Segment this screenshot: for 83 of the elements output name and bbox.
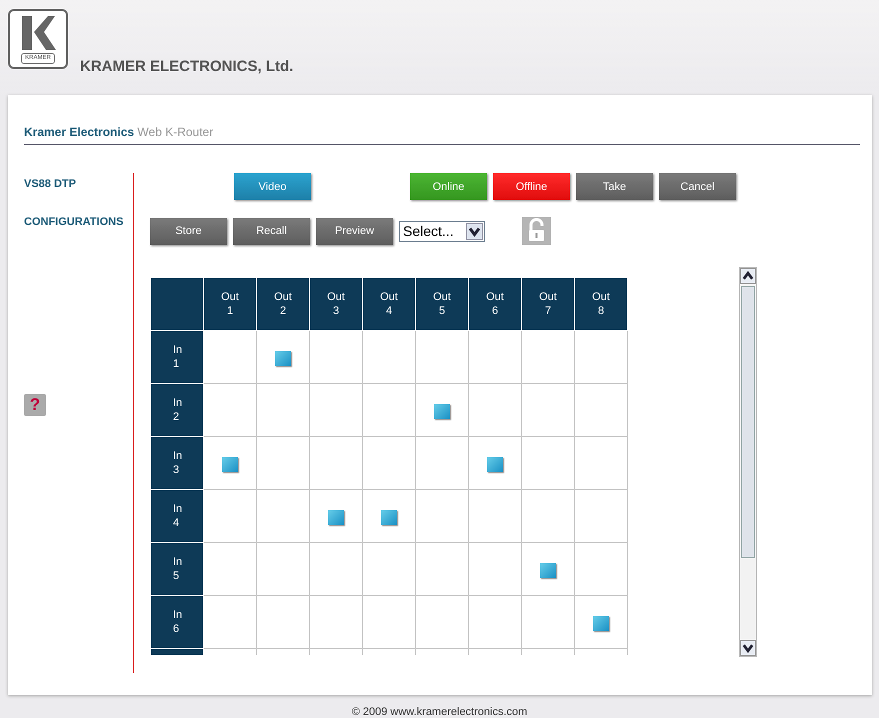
sidebar-item[interactable]: VS88 DTP [24, 178, 133, 190]
input-header: In 3 [150, 436, 204, 490]
crosspoint-cell[interactable] [310, 436, 362, 490]
output-header: Out 2 [256, 278, 310, 330]
output-header: Out 5 [416, 278, 468, 330]
crosspoint-cell[interactable] [204, 330, 256, 384]
matrix-corner [150, 278, 204, 330]
crosspoint-cell[interactable] [204, 490, 256, 542]
scrollbar[interactable] [739, 267, 757, 657]
crosspoint-cell[interactable] [256, 330, 310, 384]
brand-title: Kramer Electronics [24, 125, 134, 139]
preset-button[interactable]: Recall [233, 218, 310, 244]
scroll-up-button[interactable] [740, 268, 756, 284]
crosspoint-cell[interactable] [256, 490, 310, 542]
crosspoint-cell[interactable] [468, 330, 522, 384]
input-header: In 2 [150, 384, 204, 436]
crosspoint-cell[interactable] [574, 436, 628, 490]
online-button[interactable]: Online [410, 173, 487, 200]
crosspoint-cell[interactable] [256, 542, 310, 596]
input-header: In 6 [150, 596, 204, 648]
action-button[interactable]: Cancel [659, 173, 736, 200]
crosspoint-cell[interactable] [416, 490, 468, 542]
crosspoint-cell[interactable] [522, 490, 574, 542]
output-header: Out 1 [204, 278, 256, 330]
crosspoint-cell[interactable] [362, 436, 416, 490]
crosspoint-cell[interactable] [256, 384, 310, 436]
offline-button[interactable]: Offline [493, 173, 570, 200]
page-title: Web K-Router [137, 125, 214, 139]
scroll-down-button[interactable] [740, 640, 756, 656]
input-header: In 4 [150, 490, 204, 542]
crosspoint-cell[interactable] [416, 542, 468, 596]
crosspoint-cell[interactable] [574, 596, 628, 648]
crosspoint-cell[interactable] [204, 384, 256, 436]
output-header: Out 8 [574, 278, 628, 330]
preset-button[interactable]: Store [150, 218, 227, 244]
crosspoint-cell[interactable] [574, 384, 628, 436]
input-header: In 5 [150, 542, 204, 596]
crosspoint-cell[interactable] [310, 490, 362, 542]
action-button[interactable]: Take [576, 173, 653, 200]
crosspoint-cell[interactable] [362, 542, 416, 596]
crosspoint-cell[interactable] [416, 596, 468, 648]
crosspoint-cell[interactable] [310, 596, 362, 648]
crosspoint-cell[interactable] [574, 490, 628, 542]
company-title: KRAMER ELECTRONICS, Ltd. [80, 58, 294, 75]
unlocked-padlock-icon[interactable] [522, 217, 551, 245]
crosspoint-cell[interactable] [468, 436, 522, 490]
crosspoint-cell[interactable] [416, 330, 468, 384]
crosspoint-cell[interactable] [256, 436, 310, 490]
crosspoint-cell[interactable] [310, 384, 362, 436]
output-header: Out 3 [310, 278, 362, 330]
crosspoint-cell[interactable] [310, 330, 362, 384]
crosspoint-cell[interactable] [468, 384, 522, 436]
crosspoint-cell[interactable] [522, 542, 574, 596]
crosspoint-cell[interactable] [522, 596, 574, 648]
crosspoint-cell[interactable] [468, 490, 522, 542]
crosspoint-cell[interactable] [416, 436, 468, 490]
crosspoint-cell[interactable] [256, 596, 310, 648]
crosspoint-cell[interactable] [204, 596, 256, 648]
crosspoint-cell[interactable] [416, 384, 468, 436]
output-header: Out 7 [522, 278, 574, 330]
preset-select[interactable]: Select... [399, 220, 485, 242]
crosspoint-cell[interactable] [574, 542, 628, 596]
sidebar-item[interactable]: CONFIGURATIONS [24, 216, 133, 228]
crosspoint-cell[interactable] [522, 330, 574, 384]
crosspoint-cell[interactable] [574, 330, 628, 384]
crosspoint-cell[interactable] [362, 384, 416, 436]
output-header: Out 6 [468, 278, 522, 330]
crosspoint-cell[interactable] [362, 596, 416, 648]
crosspoint-cell[interactable] [522, 384, 574, 436]
crosspoint-cell[interactable] [204, 542, 256, 596]
crosspoint-cell[interactable] [362, 330, 416, 384]
crosspoint-cell[interactable] [310, 542, 362, 596]
crosspoint-cell[interactable] [522, 436, 574, 490]
preset-button[interactable]: Preview [316, 218, 393, 244]
crosspoint-cell[interactable] [204, 436, 256, 490]
input-header: In 1 [150, 330, 204, 384]
crosspoint-cell[interactable] [362, 490, 416, 542]
crosspoint-cell[interactable] [468, 542, 522, 596]
help-button[interactable]: ? [24, 394, 46, 416]
video-button[interactable]: Video [234, 173, 311, 200]
output-header: Out 4 [362, 278, 416, 330]
copyright-footer: © 2009 www.kramerelectronics.com [0, 706, 879, 718]
crosspoint-cell[interactable] [468, 596, 522, 648]
